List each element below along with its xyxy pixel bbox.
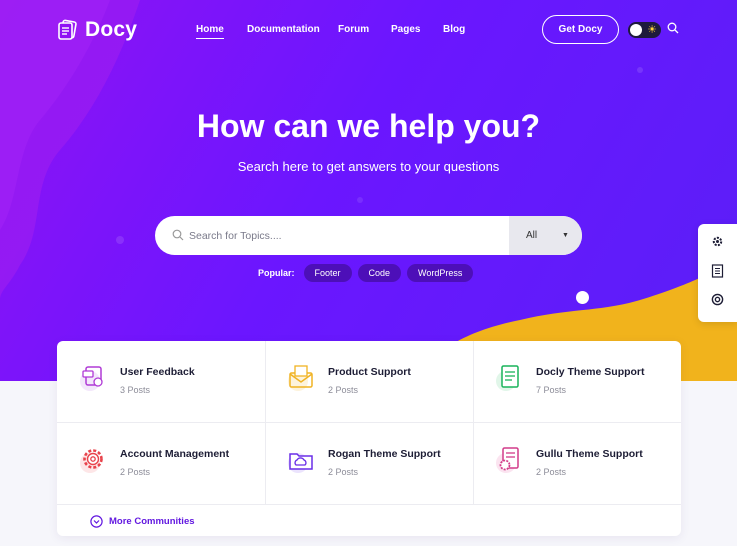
feedback-icon	[80, 366, 103, 391]
chevron-down-circle-icon	[90, 515, 103, 528]
more-communities-label: More Communities	[109, 516, 195, 527]
nav-pages[interactable]: Pages	[391, 24, 420, 35]
nav-forum[interactable]: Forum	[338, 24, 369, 35]
category-title: Rogan Theme Support	[328, 448, 441, 460]
category-account-management[interactable]: Account Management 2 Posts	[57, 423, 265, 505]
search-icon[interactable]	[667, 22, 679, 34]
gear-icon	[80, 449, 103, 473]
search-input[interactable]	[189, 216, 519, 255]
get-docy-button[interactable]: Get Docy	[542, 15, 619, 44]
side-toolbar	[698, 224, 737, 322]
hero-title: How can we help you?	[196, 108, 541, 144]
brand-name: Docy	[85, 18, 138, 41]
category-title: Product Support	[328, 366, 411, 378]
category-gullu-theme-support[interactable]: Gullu Theme Support 2 Posts	[473, 423, 681, 505]
category-rogan-theme-support[interactable]: Rogan Theme Support 2 Posts	[265, 423, 473, 505]
categories-card: User Feedback 3 Posts Product Support 2 …	[57, 341, 681, 536]
search-icon	[172, 229, 184, 241]
hero-subtitle: Search here to get answers to your quest…	[237, 159, 500, 174]
tag-code[interactable]: Code	[357, 264, 402, 282]
popular-label: Popular:	[258, 268, 295, 278]
envelope-icon	[288, 365, 313, 391]
category-title: Docly Theme Support	[536, 366, 645, 378]
tag-wordpress[interactable]: WordPress	[407, 264, 474, 282]
category-user-feedback[interactable]: User Feedback 3 Posts	[57, 341, 265, 423]
category-count: 2 Posts	[120, 467, 151, 477]
nav-blog[interactable]: Blog	[443, 24, 465, 35]
docs-logo-icon	[58, 19, 77, 40]
toggle-knob	[630, 24, 642, 36]
category-title: User Feedback	[120, 366, 195, 378]
chevron-down-icon: ▼	[562, 232, 569, 239]
category-count: 2 Posts	[328, 467, 359, 477]
folder-cloud-icon	[288, 453, 313, 473]
category-title: Account Management	[120, 448, 230, 460]
nav-home[interactable]: Home	[196, 24, 224, 39]
hero-section: Docy Home Documentation Forum Pages Blog…	[0, 0, 737, 381]
category-count: 3 Posts	[120, 385, 151, 395]
category-docly-theme-support[interactable]: Docly Theme Support 7 Posts	[473, 341, 681, 423]
popular-tags: Popular: Footer Code WordPress	[258, 264, 474, 282]
category-product-support[interactable]: Product Support 2 Posts	[265, 341, 473, 423]
category-count: 2 Posts	[328, 385, 359, 395]
file-gear-icon	[496, 447, 519, 473]
document-icon	[496, 365, 519, 391]
category-count: 7 Posts	[536, 385, 567, 395]
brand-logo[interactable]: Docy	[57, 18, 137, 42]
select-value: All	[526, 230, 538, 241]
lifebuoy-icon[interactable]	[711, 293, 724, 311]
document-icon[interactable]	[711, 264, 724, 283]
decorative-dot	[576, 291, 589, 304]
search-bar: All ▼	[155, 216, 582, 255]
hero-background	[0, 0, 737, 381]
dark-mode-toggle[interactable]: ☀	[628, 22, 661, 38]
more-communities-link[interactable]: More Communities	[90, 515, 195, 528]
nav-documentation[interactable]: Documentation	[247, 24, 320, 35]
category-count: 2 Posts	[536, 467, 567, 477]
settings-gear-icon[interactable]	[711, 235, 724, 253]
sun-icon: ☀	[647, 24, 657, 36]
category-title: Gullu Theme Support	[536, 448, 643, 460]
category-select[interactable]: All ▼	[509, 216, 582, 255]
tag-footer[interactable]: Footer	[303, 264, 352, 282]
